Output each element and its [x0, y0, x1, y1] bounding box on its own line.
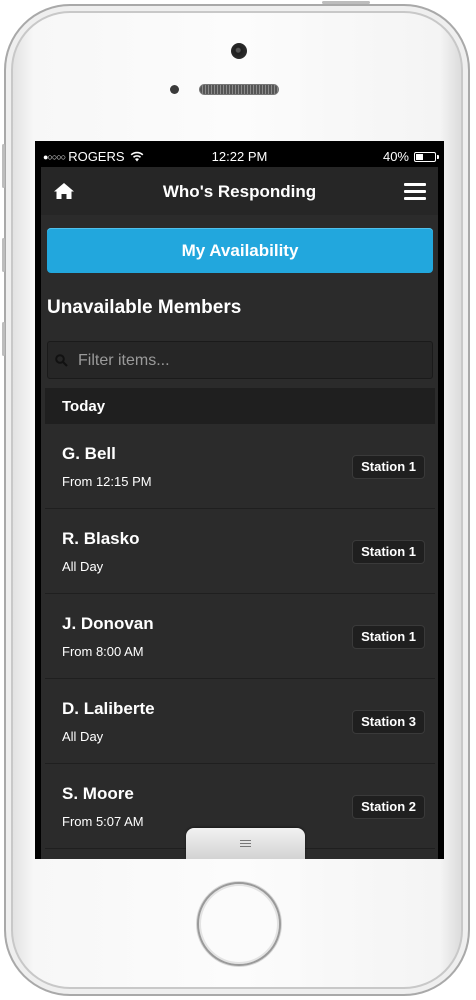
member-name: G. Bell	[62, 444, 116, 463]
station-badge: Station 2	[352, 795, 425, 819]
station-badge: Station 1	[352, 540, 425, 564]
list-item[interactable]: J. Donovan From 8:00 AM Station 1	[45, 594, 435, 679]
list-item[interactable]: D. Laliberte All Day Station 3	[45, 679, 435, 764]
page-title: Who's Responding	[162, 182, 317, 201]
station-badge: Station 3	[352, 710, 425, 734]
pull-up-handle[interactable]	[186, 828, 305, 859]
search-icon	[55, 354, 68, 367]
home-button[interactable]	[197, 882, 281, 966]
volume-down-button	[2, 322, 5, 356]
volume-up-button	[2, 238, 5, 272]
my-availability-button[interactable]: My Availability	[47, 228, 433, 273]
mute-switch	[2, 144, 5, 188]
filter-input[interactable]	[76, 342, 420, 380]
member-time: From 5:07 AM	[62, 814, 144, 829]
list-divider-today: Today	[45, 388, 435, 424]
member-name: S. Moore	[62, 784, 134, 803]
power-button	[322, 1, 370, 4]
phone-screen: ●○○○○ ROGERS 12:22 PM 40% Who's Respondi…	[35, 141, 444, 859]
section-title: Unavailable Members	[47, 297, 242, 318]
list-item[interactable]: G. Bell From 12:15 PM Station 1	[45, 424, 435, 509]
station-badge: Station 1	[352, 455, 425, 479]
battery-percent: 40%	[382, 149, 409, 164]
proximity-sensor	[170, 85, 179, 94]
list-item[interactable]: R. Blasko All Day Station 1	[45, 509, 435, 594]
status-time: 12:22 PM	[211, 149, 268, 164]
member-name: R. Blasko	[62, 529, 140, 548]
filter-box	[47, 341, 433, 380]
member-time: All Day	[62, 559, 104, 574]
app-view: Who's Responding My Availability Unavail…	[41, 167, 438, 859]
app-header: Who's Responding	[41, 167, 438, 215]
member-time: From 8:00 AM	[62, 644, 144, 659]
station-badge: Station 1	[352, 625, 425, 649]
member-name: D. Laliberte	[62, 699, 155, 718]
member-list: G. Bell From 12:15 PM Station 1 R. Blask…	[45, 424, 435, 849]
front-camera	[231, 43, 247, 59]
member-time: From 12:15 PM	[62, 474, 152, 489]
member-time: All Day	[62, 729, 104, 744]
status-bar: ●○○○○ ROGERS 12:22 PM 40%	[41, 147, 439, 166]
member-name: J. Donovan	[62, 614, 154, 633]
battery-icon	[414, 151, 439, 162]
menu-icon[interactable]	[404, 183, 426, 201]
earpiece-speaker	[199, 84, 279, 95]
